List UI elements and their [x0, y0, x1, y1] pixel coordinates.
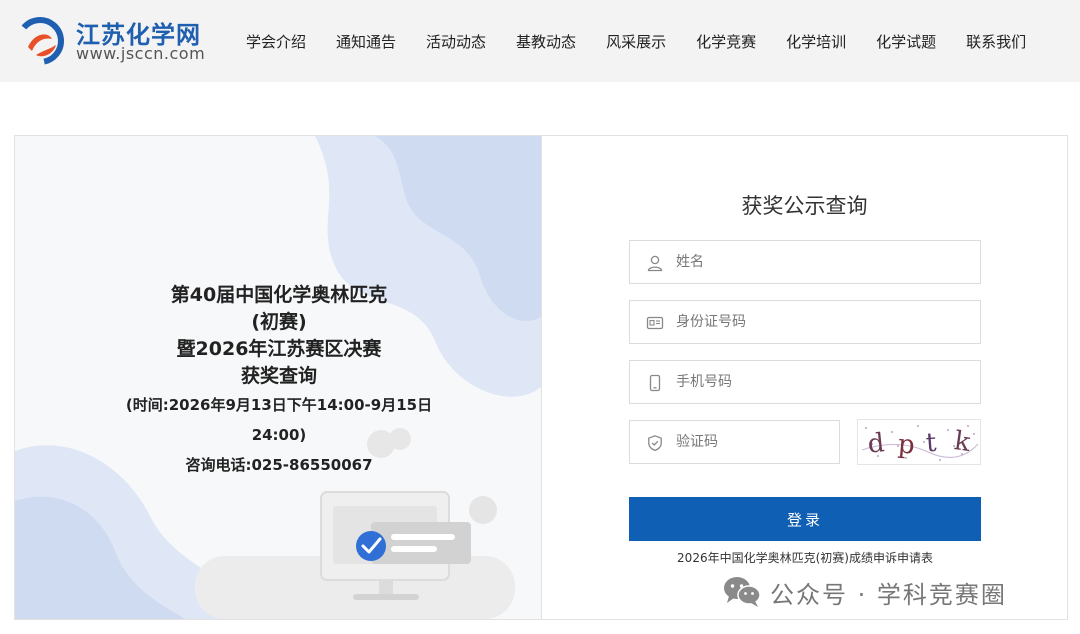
- nav-item-activities[interactable]: 活动动态: [426, 31, 486, 52]
- svg-text:d: d: [866, 428, 886, 460]
- svg-text:p: p: [897, 429, 916, 460]
- user-icon: [647, 255, 663, 272]
- event-title-line2: (初赛): [251, 311, 307, 333]
- nav-item-education[interactable]: 基教动态: [516, 31, 576, 52]
- event-title-line4: 获奖查询: [240, 365, 317, 387]
- name-field-wrapper: [629, 240, 981, 284]
- info-panel: 第40届中国化学奥林匹克 (初赛) 暨2026年江苏赛区决赛 获奖查询 (时间:…: [15, 136, 542, 619]
- logo-url: www.jsccn.com: [76, 44, 206, 63]
- form-title: 获奖公示查询: [741, 194, 868, 218]
- id-field-wrapper: [629, 300, 981, 344]
- event-title-line1: 第40届中国化学奥林匹克: [170, 284, 388, 306]
- logo-mark-icon: [16, 17, 64, 65]
- wechat-icon: [724, 577, 761, 607]
- shield-icon: [648, 435, 662, 452]
- captcha-image[interactable]: d p t k: [857, 419, 981, 465]
- svg-text:k: k: [952, 426, 972, 458]
- watermark: 公众号 · 学科竞赛圈: [722, 572, 1007, 612]
- id-number-input[interactable]: [676, 301, 972, 343]
- nav-item-showcase[interactable]: 风采展示: [606, 31, 666, 52]
- consult-phone: 咨询电话:025-86550067: [185, 456, 373, 474]
- nav-item-competition[interactable]: 化学竞赛: [696, 31, 756, 52]
- event-time-line1: (时间:2026年9月13日下午14:00-9月15日: [125, 396, 433, 414]
- code-field-wrapper: [629, 420, 840, 464]
- captcha-glyphs: d p t k: [861, 425, 979, 461]
- nav-item-training[interactable]: 化学培训: [786, 31, 846, 52]
- nav-item-notices[interactable]: 通知通告: [336, 31, 396, 52]
- event-title-line3: 暨2026年江苏赛区决赛: [176, 338, 382, 360]
- phone-icon: [649, 374, 661, 392]
- event-time-line2: 24:00): [251, 426, 307, 444]
- phone-input[interactable]: [676, 361, 972, 403]
- captcha-input[interactable]: [676, 421, 831, 463]
- nav-item-contact[interactable]: 联系我们: [966, 31, 1026, 52]
- query-card: 第40届中国化学奥林匹克 (初赛) 暨2026年江苏赛区决赛 获奖查询 (时间:…: [14, 135, 1068, 620]
- site-header: 江苏化学网 www.jsccn.com 学会介绍 通知通告 活动动态 基教动态 …: [0, 0, 1080, 82]
- main-nav: 学会介绍 通知通告 活动动态 基教动态 风采展示 化学竞赛 化学培训 化学试题 …: [246, 0, 1026, 82]
- event-info: 第40届中国化学奥林匹克 (初赛) 暨2026年江苏赛区决赛 获奖查询 (时间:…: [79, 282, 479, 480]
- watermark-text: 公众号 · 学科竞赛圈: [770, 580, 1007, 609]
- phone-field-wrapper: [629, 360, 981, 404]
- appeal-form-link[interactable]: 2026年中国化学奥林匹克(初赛)成绩申诉申请表: [629, 549, 981, 566]
- id-card-icon: [646, 316, 664, 330]
- login-button[interactable]: 登录: [629, 497, 981, 541]
- nav-item-exams[interactable]: 化学试题: [876, 31, 936, 52]
- checkmark-icon: [356, 531, 386, 561]
- name-input[interactable]: [676, 241, 972, 283]
- nav-item-about[interactable]: 学会介绍: [246, 31, 306, 52]
- site-logo[interactable]: 江苏化学网 www.jsccn.com: [14, 13, 224, 69]
- query-form: 获奖公示查询 姓名 身份证号码 手机号码 验证码 d p t k 登录 2026…: [542, 136, 1067, 619]
- svg-text:t: t: [925, 428, 938, 459]
